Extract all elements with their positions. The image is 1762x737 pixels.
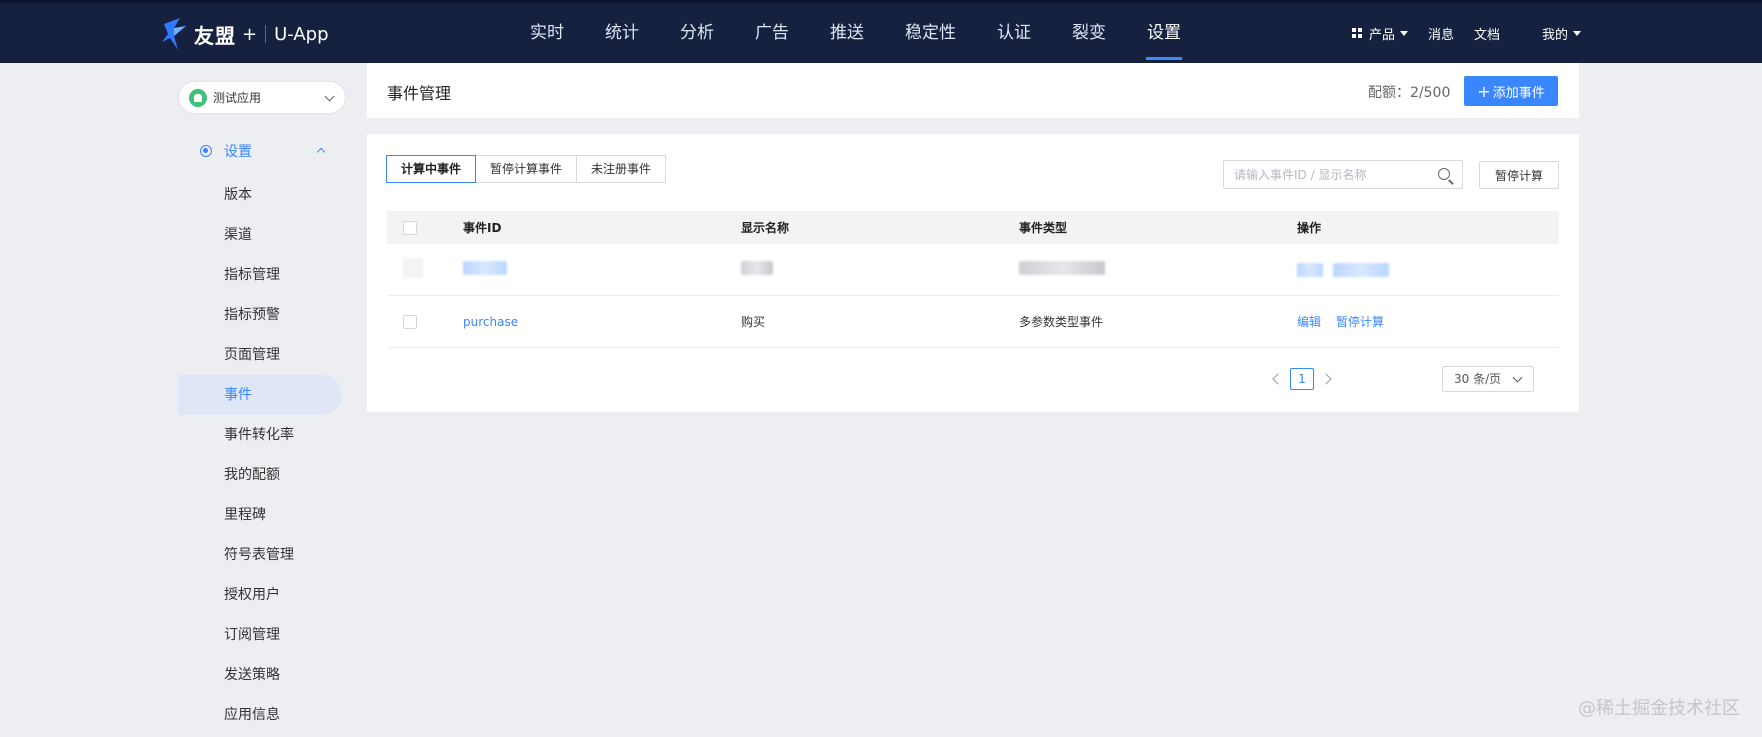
- user-menu[interactable]: 我的: [1542, 24, 1582, 43]
- sidebar-item-events[interactable]: 事件: [178, 375, 342, 415]
- redacted-checkbox: [403, 258, 423, 278]
- nav-push[interactable]: 推送: [830, 3, 864, 63]
- nav-fission[interactable]: 裂变: [1072, 3, 1106, 63]
- product-name: U-App: [274, 23, 329, 45]
- sidebar-item-version[interactable]: 版本: [178, 175, 346, 215]
- sidebar-item-authorized-users[interactable]: 授权用户: [178, 575, 346, 615]
- sidebar-item-my-quota[interactable]: 我的配额: [178, 455, 346, 495]
- android-icon: [189, 88, 207, 107]
- caret-down-icon: [1573, 30, 1582, 36]
- sidebar-item-app-info[interactable]: 应用信息: [178, 695, 346, 735]
- pause-compute-button[interactable]: 暂停计算: [1479, 161, 1559, 189]
- column-header-actions: 操作: [1297, 221, 1322, 235]
- umeng-bird-icon: [162, 18, 186, 50]
- quota-text: 配额：2/500: [1368, 85, 1451, 101]
- chevron-up-icon: [316, 147, 326, 157]
- page-number[interactable]: 1: [1290, 368, 1314, 390]
- tab-paused-events[interactable]: 暂停计算事件: [475, 155, 578, 183]
- table-header: 事件ID 显示名称 事件类型 操作: [387, 211, 1559, 244]
- gear-icon: [200, 145, 212, 157]
- page-size-select[interactable]: 30 条/页: [1442, 366, 1534, 392]
- add-event-button[interactable]: + 添加事件: [1464, 76, 1558, 106]
- event-search: [1223, 160, 1463, 189]
- next-page-icon[interactable]: [1320, 373, 1332, 385]
- nav-stability[interactable]: 稳定性: [905, 3, 956, 63]
- right-menu: 产品 消息 文档 我的: [1352, 3, 1601, 63]
- settings-section-label: 设置: [224, 144, 252, 160]
- page-title: 事件管理: [387, 84, 452, 103]
- sidebar-item-event-conversion[interactable]: 事件转化率: [178, 415, 346, 455]
- user-menu-label: 我的: [1542, 27, 1569, 43]
- sidebar-item-channel[interactable]: 渠道: [178, 215, 346, 255]
- redacted-event-id: [463, 261, 507, 275]
- sidebar-item-symbol-table[interactable]: 符号表管理: [178, 535, 346, 575]
- event-id-link[interactable]: purchase: [463, 315, 518, 329]
- top-navbar: 友盟 + U-App 实时 统计 分析 广告 推送 稳定性 认证 裂变 设置 产…: [0, 0, 1762, 63]
- umeng-logo[interactable]: 友盟 + U-App: [160, 15, 329, 53]
- select-all-checkbox[interactable]: [403, 220, 417, 235]
- row-checkbox[interactable]: [403, 314, 417, 329]
- pagination: 1: [1272, 368, 1332, 390]
- event-type: 多参数类型事件: [1019, 315, 1104, 329]
- chevron-down-icon: [324, 91, 335, 102]
- page-header: 事件管理 配额：2/500 + 添加事件: [367, 63, 1579, 118]
- redacted-event-type: [1019, 261, 1105, 275]
- chevron-down-icon: [1512, 372, 1523, 383]
- table-row: purchase 购买 多参数类型事件 编辑 暂停计算: [387, 296, 1559, 348]
- brand-name: 友盟: [194, 23, 236, 48]
- column-header-event-type: 事件类型: [1019, 221, 1068, 235]
- edit-link[interactable]: 编辑: [1297, 313, 1321, 330]
- brand-plus: +: [242, 23, 258, 45]
- docs-link[interactable]: 文档: [1474, 24, 1500, 43]
- events-panel: 计算中事件 暂停计算事件 未注册事件 暂停计算 事件ID 显示名称 事件类型 操…: [367, 134, 1579, 412]
- settings-section-header[interactable]: 设置: [178, 135, 346, 167]
- messages-link[interactable]: 消息: [1428, 24, 1454, 43]
- app-selector[interactable]: 测试应用: [178, 81, 346, 114]
- search-input[interactable]: [1224, 167, 1424, 182]
- sidebar-item-milestone[interactable]: 里程碑: [178, 495, 346, 535]
- caret-down-icon: [1400, 30, 1409, 36]
- column-header-event-id: 事件ID: [463, 221, 502, 235]
- nav-analysis[interactable]: 分析: [680, 3, 714, 63]
- nav-auth[interactable]: 认证: [997, 3, 1031, 63]
- pause-compute-link[interactable]: 暂停计算: [1336, 313, 1384, 330]
- nav-realtime[interactable]: 实时: [530, 3, 564, 63]
- event-tabs: 计算中事件 暂停计算事件 未注册事件: [386, 155, 667, 183]
- page-size-label: 30 条/页: [1454, 372, 1502, 386]
- grid-icon: [1352, 28, 1362, 38]
- sidebar-item-send-policy[interactable]: 发送策略: [178, 655, 346, 695]
- event-display-name: 购买: [741, 315, 766, 329]
- tab-unregistered-events[interactable]: 未注册事件: [576, 155, 667, 183]
- redacted-display-name: [741, 261, 773, 275]
- sidebar-item-metric-management[interactable]: 指标管理: [178, 255, 346, 295]
- sidebar: 测试应用 设置 版本 渠道 指标管理 指标预警 页面管理 事件 事件转化率 我的…: [178, 63, 346, 737]
- table-row-redacted: [387, 244, 1559, 296]
- watermark: @稀土掘金技术社区: [1578, 698, 1740, 719]
- sidebar-item-subscriptions[interactable]: 订阅管理: [178, 615, 346, 655]
- nav-settings[interactable]: 设置: [1146, 3, 1182, 63]
- search-icon[interactable]: [1438, 168, 1450, 180]
- tab-computing-events[interactable]: 计算中事件: [386, 155, 477, 183]
- plus-icon: +: [1477, 81, 1491, 101]
- main-nav: 实时 统计 分析 广告 推送 稳定性 认证 裂变 设置: [530, 3, 1222, 63]
- products-label: 产品: [1369, 27, 1396, 43]
- redacted-edit-link: [1297, 262, 1323, 277]
- nav-ads[interactable]: 广告: [755, 3, 789, 63]
- sidebar-item-metric-alert[interactable]: 指标预警: [178, 295, 346, 335]
- redacted-pause-link: [1333, 262, 1389, 277]
- sidebar-item-page-management[interactable]: 页面管理: [178, 335, 346, 375]
- nav-statistics[interactable]: 统计: [605, 3, 639, 63]
- column-header-display-name: 显示名称: [741, 221, 790, 235]
- products-menu[interactable]: 产品: [1352, 24, 1409, 43]
- events-table: 事件ID 显示名称 事件类型 操作 purchase 购买 多参数类型事件 编辑…: [387, 211, 1559, 348]
- brand-divider: [265, 25, 267, 43]
- settings-menu: 版本 渠道 指标管理 指标预警 页面管理 事件 事件转化率 我的配额 里程碑 符…: [178, 175, 346, 735]
- prev-page-icon[interactable]: [1272, 373, 1284, 385]
- add-event-label: 添加事件: [1492, 85, 1545, 101]
- app-name: 测试应用: [213, 91, 262, 105]
